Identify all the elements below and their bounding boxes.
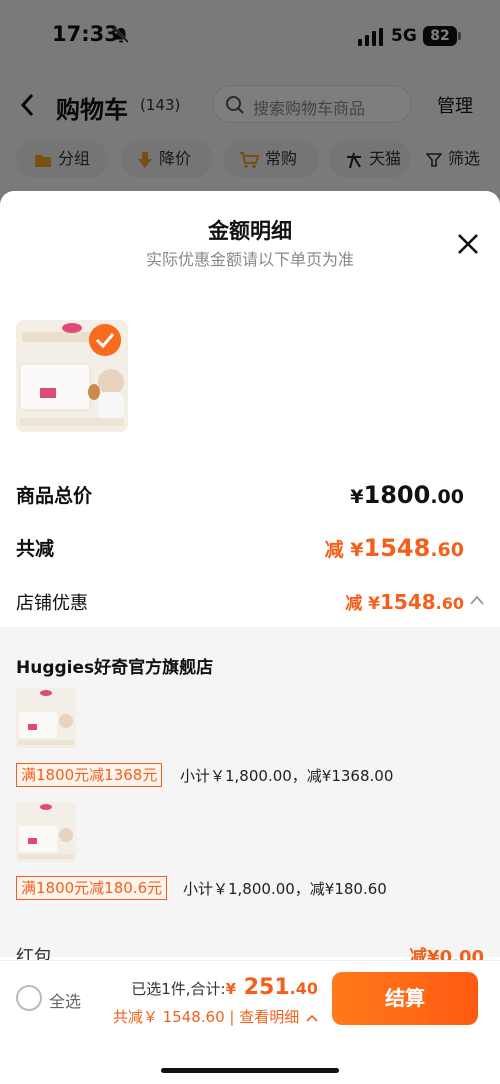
total-amount: 251: [236, 975, 290, 1000]
item-thumbnail: [16, 688, 76, 748]
total-price-row: 商品总价 ¥1800.00: [16, 481, 484, 511]
total-price-value: ¥1800.00: [350, 481, 464, 509]
item-thumbnail: [16, 802, 76, 862]
selected-summary: 已选1件,合计:¥ 251.40: [131, 975, 318, 1000]
diaper-pack-illustration: [16, 688, 76, 748]
view-detail-link[interactable]: 共减￥ 1548.60 | 查看明细: [113, 1006, 318, 1027]
promo-tag: 满1800元减1368元: [16, 763, 163, 787]
selected-check-icon[interactable]: [89, 324, 121, 356]
checkout-bar: 全选 已选1件,合计:¥ 251.40 共减￥ 1548.60 | 查看明细 结…: [0, 960, 500, 1084]
chevron-up-icon: [306, 1014, 318, 1022]
select-all-checkbox[interactable]: [16, 985, 42, 1011]
shop-discount-value: 减 ¥1548.60: [345, 590, 464, 614]
sheet-title: 金额明细: [208, 219, 292, 243]
total-reduce-label: 共减: [16, 538, 55, 560]
selected-count-text: 已选1件,合计:: [131, 980, 226, 998]
total-currency: ¥: [225, 980, 237, 998]
promo-tag: 满1800元减180.6元: [16, 876, 168, 900]
shop-name: Huggies好奇官方旗舰店: [16, 658, 214, 678]
total-amount-decimal: .40: [289, 979, 318, 998]
shop-discount-row[interactable]: 店铺优惠 减 ¥1548.60: [16, 589, 484, 617]
home-indicator: [161, 1068, 339, 1073]
amount-detail-sheet: 金额明细 实际优惠金额请以下单页为准 商品总价 ¥1800.00 共减 减 ¥1…: [0, 191, 500, 1084]
close-icon[interactable]: [455, 231, 481, 257]
promo-subtotal: 小计￥1,800.00，减¥1368.00: [180, 767, 394, 785]
reduce-summary-text: 共减￥ 1548.60 | 查看明细: [112, 1008, 300, 1026]
shop-discount-label: 店铺优惠: [16, 593, 88, 614]
checkout-button[interactable]: 结算: [332, 972, 478, 1025]
chevron-up-icon[interactable]: [470, 595, 484, 605]
total-reduce-row: 共减 减 ¥1548.60: [16, 534, 484, 564]
select-all-label: 全选: [49, 992, 82, 1011]
total-reduce-value: 减 ¥1548.60: [324, 534, 464, 562]
promo-subtotal: 小计￥1,800.00，减¥180.60: [183, 880, 387, 898]
shop-discount-detail: Huggies好奇官方旗舰店 满1800元减1368元 小计￥1,800.00，…: [0, 627, 500, 957]
sheet-subtitle: 实际优惠金额请以下单页为准: [145, 250, 354, 269]
diaper-pack-illustration: [16, 802, 76, 862]
total-price-label: 商品总价: [16, 485, 93, 507]
